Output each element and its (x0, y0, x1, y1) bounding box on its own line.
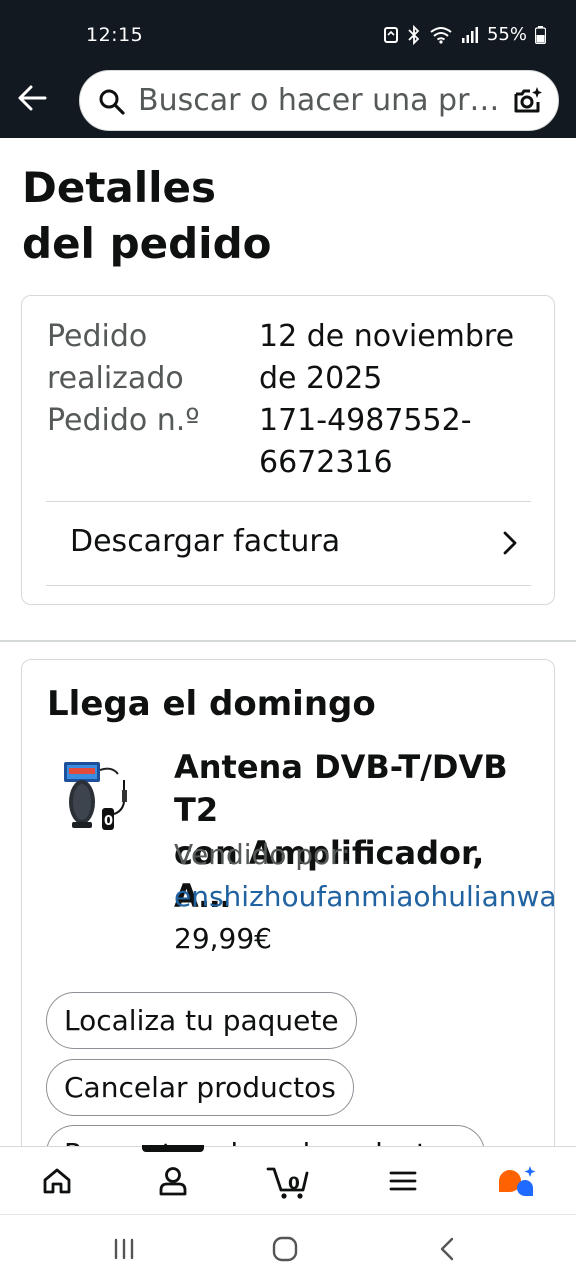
cart-count: 0 (288, 1174, 300, 1194)
download-invoice-row[interactable]: Descargar factura (46, 502, 531, 586)
cancel-items-button[interactable]: Cancelar productos (46, 1059, 354, 1116)
section-separator (0, 640, 576, 642)
order-placed-value: 12 de noviembre de 2025 (259, 316, 539, 400)
divider (46, 585, 531, 586)
order-placed-value-line-2: de 2025 (259, 361, 383, 396)
chevron-left-icon (440, 1237, 454, 1261)
chevron-right-icon (503, 531, 517, 555)
system-nav-bar (0, 1214, 576, 1280)
order-placed-label: Pedido realizado (47, 316, 247, 400)
wifi-icon (430, 26, 452, 44)
bottom-nav: 0 (0, 1145, 576, 1215)
status-bar: 12:15 55% (0, 0, 576, 68)
recent-apps-icon (114, 1238, 134, 1260)
search-box[interactable]: Buscar o hacer una pr… (79, 70, 559, 131)
system-back-button[interactable] (427, 1231, 467, 1267)
signal-icon (461, 26, 478, 43)
bluetooth-icon (408, 24, 420, 45)
battery-icon (535, 25, 546, 44)
sold-by-label: Vendido por: (174, 838, 351, 871)
page-title-line-2: del pedido (22, 219, 272, 268)
order-number-label: Pedido n.º (47, 403, 200, 438)
product-image[interactable]: 0 (60, 758, 140, 832)
page-title: Detalles del pedido (22, 160, 422, 272)
order-placed-value-line-1: 12 de noviembre (259, 319, 515, 354)
menu-icon (389, 1171, 417, 1191)
nav-cart[interactable]: 0 (258, 1147, 318, 1215)
account-icon (159, 1167, 187, 1196)
seller-link[interactable]: enshizhoufanmiaohulianwangy (174, 880, 554, 913)
rufus-icon (499, 1166, 536, 1196)
recycle-icon (383, 26, 398, 43)
recent-apps-button[interactable] (104, 1231, 144, 1267)
nav-menu[interactable] (373, 1147, 433, 1215)
nav-account[interactable] (143, 1147, 203, 1215)
top-search-bar: Buscar o hacer una pr… (0, 68, 576, 138)
product-title-line-1: Antena DVB-T/DVB T2 (174, 748, 508, 829)
page-title-line-1: Detalles (22, 163, 217, 212)
order-placed-label-line-2: realizado (47, 361, 184, 396)
nav-home[interactable] (27, 1147, 87, 1215)
order-placed-label-line-1: Pedido (47, 319, 148, 354)
battery-percent: 55% (486, 24, 527, 45)
status-time: 12:15 (86, 24, 144, 46)
home-circle-icon (272, 1236, 298, 1262)
download-invoice-label: Descargar factura (70, 524, 341, 559)
back-button[interactable] (14, 80, 50, 116)
product-price: 29,99€ (174, 922, 272, 955)
delivery-title: Llega el domingo (47, 684, 376, 724)
order-number-value-line-1: 171-4987552- (259, 403, 472, 438)
search-icon (99, 89, 125, 115)
search-input[interactable]: Buscar o hacer una pr… (138, 81, 504, 121)
order-number-value: 171-4987552- 6672316 (259, 400, 539, 484)
order-number-value-line-2: 6672316 (259, 445, 393, 480)
camera-icon[interactable] (512, 85, 544, 117)
arrow-left-icon (18, 85, 47, 111)
order-info-card: Pedido realizado 12 de noviembre de 2025… (21, 295, 555, 605)
track-package-button[interactable]: Localiza tu paquete (46, 992, 357, 1049)
svg-text:0: 0 (104, 814, 113, 829)
shipment-card: Llega el domingo 0 Antena DVB-T/DVB T2 c… (21, 659, 555, 1159)
status-icons: 55% (383, 24, 546, 45)
home-icon (43, 1168, 71, 1194)
nav-rufus[interactable] (488, 1147, 548, 1215)
home-button[interactable] (265, 1231, 305, 1267)
